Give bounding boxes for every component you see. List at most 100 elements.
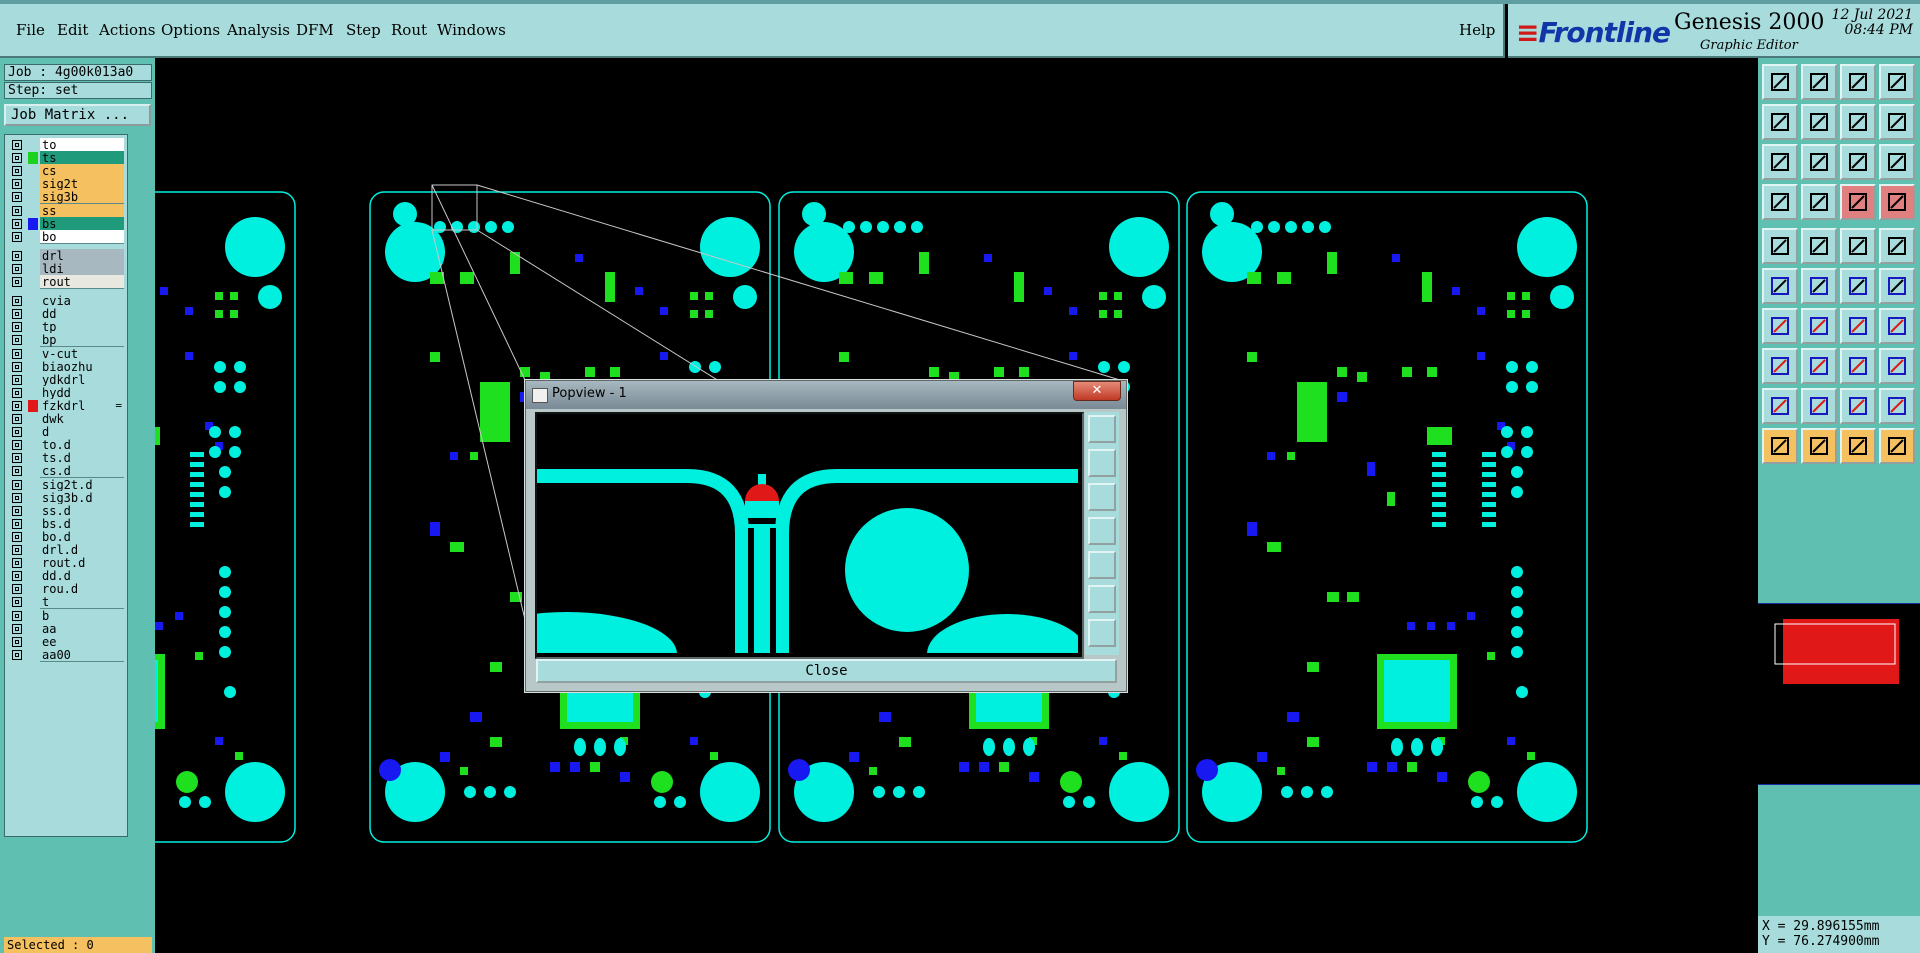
layer-row-to[interactable]: to (8, 138, 126, 152)
layer-checkbox[interactable] (12, 153, 22, 164)
layer-checkbox[interactable] (12, 218, 22, 229)
zoom-icon[interactable] (1088, 415, 1116, 443)
layer-name[interactable]: sig2t (40, 177, 124, 192)
layer-row-ldi[interactable]: ldi (8, 261, 126, 276)
layer-row-cs-d[interactable]: cs.d (8, 464, 126, 479)
layer-row-aa[interactable]: aa (8, 621, 126, 636)
layer-checkbox[interactable] (12, 335, 22, 346)
layer-row-bo-d[interactable]: bo.d (8, 529, 126, 544)
layer-checkbox[interactable] (12, 505, 22, 516)
layer-row-cs[interactable]: cs (8, 164, 126, 179)
close-button[interactable]: Close (536, 659, 1117, 683)
layer-checkbox[interactable] (12, 192, 22, 203)
layer-checkbox[interactable] (12, 531, 22, 542)
layer-row-rout[interactable]: rout (8, 275, 126, 289)
menu-dfm[interactable]: DFM (296, 21, 334, 39)
select-link-icon[interactable] (1879, 428, 1915, 464)
layer-row-d[interactable]: d (8, 425, 126, 440)
layer-checkbox[interactable] (12, 322, 22, 333)
pan-down-icon[interactable] (1088, 483, 1116, 511)
layer-checkbox[interactable] (12, 361, 22, 372)
menu-options[interactable]: Options (161, 21, 220, 39)
layer-row-ydkdrl[interactable]: ydkdrl (8, 372, 126, 387)
netlist-icon[interactable] (1840, 184, 1876, 220)
pan-right-icon[interactable] (1088, 551, 1116, 579)
fit-icon[interactable] (1840, 104, 1876, 140)
layer-row-biaozhu[interactable]: biaozhu (8, 359, 126, 374)
layer-checkbox[interactable] (12, 263, 22, 274)
layer-row-ee[interactable]: ee (8, 634, 126, 649)
layer-name[interactable]: hydd (40, 385, 124, 400)
layer-row-ts-d[interactable]: ts.d (8, 451, 126, 466)
layer-checkbox[interactable] (12, 597, 22, 608)
layer-checkbox[interactable] (12, 479, 22, 490)
layer-checkbox[interactable] (12, 231, 22, 242)
layer-row-dwk[interactable]: dwk (8, 412, 126, 426)
layer-checkbox[interactable] (12, 250, 22, 261)
menu-analysis[interactable]: Analysis (227, 21, 290, 39)
layer-row-bp[interactable]: bp (8, 333, 126, 348)
pad-add-icon[interactable] (1762, 228, 1798, 264)
layer-name[interactable]: rout (40, 275, 124, 289)
select-icon[interactable] (1762, 428, 1798, 464)
layer-checkbox[interactable] (12, 610, 22, 621)
layer-row-sig3b-d[interactable]: sig3b.d (8, 490, 126, 505)
layer-row-sig2t-d[interactable]: sig2t.d (8, 477, 126, 492)
layer-row-hydd[interactable]: hydd (8, 385, 126, 400)
layer-checkbox[interactable] (12, 558, 22, 569)
menu-file[interactable]: File (16, 21, 45, 39)
layer-checkbox[interactable] (12, 571, 22, 582)
line-edit-icon[interactable] (1801, 308, 1837, 344)
layer-name[interactable]: d (40, 425, 124, 440)
layer-row-sig2t[interactable]: sig2t (8, 177, 126, 192)
arc-edge-icon[interactable] (1840, 388, 1876, 424)
layer-name[interactable]: bs.d (40, 516, 124, 531)
layer-row-cvia[interactable]: cvia (8, 294, 126, 309)
split-icon[interactable] (1801, 348, 1837, 384)
select-net-icon[interactable] (1840, 428, 1876, 464)
connect-icon[interactable] (1879, 184, 1915, 220)
layer-name[interactable]: to.d (40, 438, 124, 453)
layer-checkbox[interactable] (12, 414, 22, 424)
layer-name[interactable]: ldi (40, 261, 124, 276)
layer-row-rou-d[interactable]: rou.d (8, 582, 126, 597)
zoom-out-icon[interactable] (1088, 619, 1116, 647)
layer-row-ss[interactable]: ss (8, 203, 126, 218)
layer-checkbox[interactable] (12, 466, 22, 477)
home-icon[interactable] (1840, 64, 1876, 100)
layer-name[interactable]: ydkdrl (40, 372, 124, 387)
menu-rout[interactable]: Rout (391, 21, 427, 39)
line-draw-icon[interactable] (1762, 308, 1798, 344)
layer-checkbox[interactable] (12, 374, 22, 385)
layer-checkbox[interactable] (12, 518, 22, 529)
pan-right-icon[interactable] (1801, 104, 1837, 140)
align-icon[interactable] (1879, 308, 1915, 344)
layer-name[interactable]: biaozhu (40, 359, 124, 374)
arc-icon[interactable] (1801, 388, 1837, 424)
copy-icon[interactable] (1762, 348, 1798, 384)
zoom-out-icon[interactable] (1801, 144, 1837, 180)
resize-icon[interactable] (1840, 348, 1876, 384)
layer-checkbox[interactable] (12, 492, 22, 503)
layer-row-sig3b[interactable]: sig3b (8, 190, 126, 205)
zoom-page-icon[interactable] (1801, 64, 1837, 100)
arc-node-icon[interactable] (1879, 268, 1915, 304)
layer-checkbox[interactable] (12, 387, 22, 398)
layer-row-t[interactable]: t (8, 595, 126, 610)
layer-name[interactable]: dd (40, 307, 124, 322)
zoom-in-icon[interactable] (1762, 144, 1798, 180)
layer-name[interactable]: sig2t.d (40, 477, 124, 492)
node-icon[interactable] (1762, 268, 1798, 304)
layer-name[interactable]: v-cut (40, 346, 124, 361)
layer-name[interactable]: drl.d (40, 543, 124, 557)
layer-row-v-cut[interactable]: v-cut (8, 346, 126, 361)
layer-name[interactable]: tp (40, 320, 124, 335)
layer-name[interactable]: bo (40, 229, 124, 244)
layer-name[interactable]: ee (40, 634, 124, 649)
group-icon[interactable] (1879, 348, 1915, 384)
layer-name[interactable]: dwk (40, 412, 124, 426)
job-matrix-button[interactable]: Job Matrix ... (4, 104, 151, 126)
scale-1-2-icon[interactable] (1840, 144, 1876, 180)
layer-row-rout-d[interactable]: rout.d (8, 556, 126, 571)
layer-name[interactable]: t (40, 595, 124, 610)
